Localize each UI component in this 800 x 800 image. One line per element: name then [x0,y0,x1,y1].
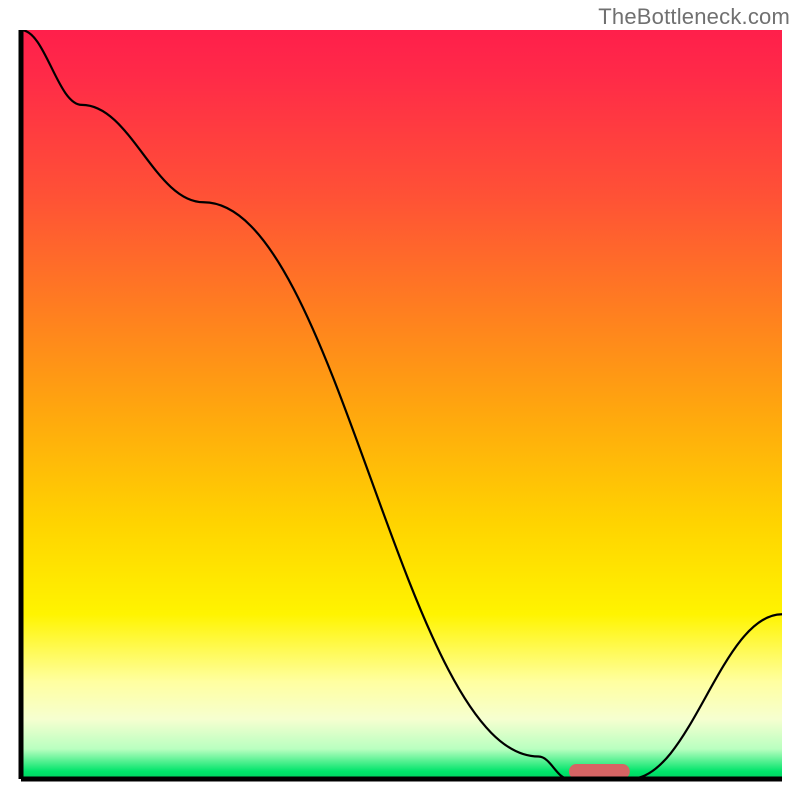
gradient-background [21,30,782,779]
plot-area [18,30,782,782]
plot-frame [18,30,782,782]
chart-container: TheBottleneck.com [0,0,800,800]
watermark-text: TheBottleneck.com [598,4,790,30]
